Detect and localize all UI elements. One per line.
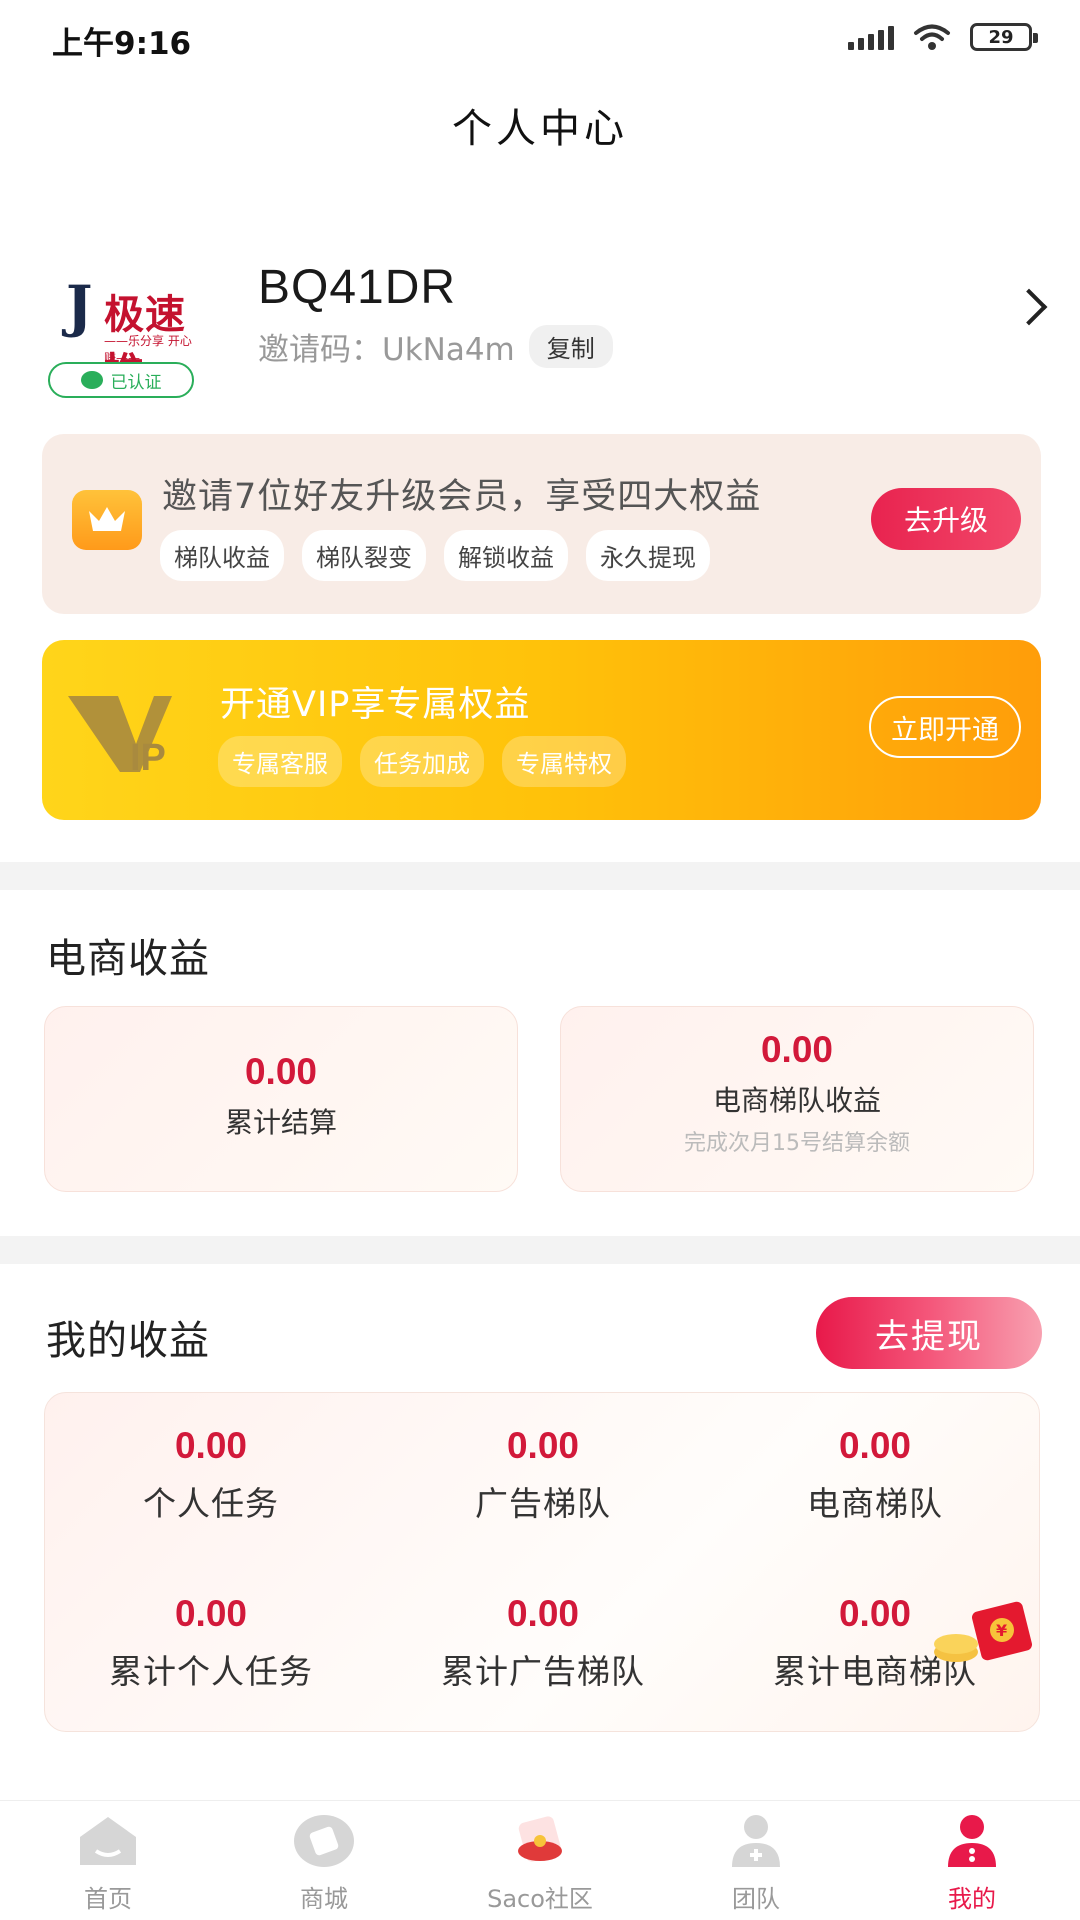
stat-value: 0.00 bbox=[244, 1051, 317, 1092]
vip-tag: 专属特权 bbox=[502, 736, 626, 787]
tab-label: 首页 bbox=[84, 1885, 132, 1913]
ecommerce-title: 电商收益 bbox=[46, 936, 210, 982]
tab-profile[interactable]: 我的 bbox=[864, 1811, 1080, 1914]
svg-text:¥: ¥ bbox=[996, 1621, 1007, 1640]
earn-label: 个人任务 bbox=[143, 1484, 279, 1523]
home-icon bbox=[80, 1817, 136, 1865]
signal-icon bbox=[848, 24, 894, 50]
username: BQ41DR bbox=[258, 261, 457, 314]
community-icon bbox=[518, 1816, 562, 1862]
earn-item[interactable]: 0.00 个人任务 bbox=[45, 1425, 377, 1525]
earnings-grid: 0.00 个人任务 0.00 广告梯队 0.00 电商梯队 0.00 累计个人任… bbox=[44, 1392, 1040, 1732]
earn-label: 累计广告梯队 bbox=[441, 1652, 645, 1691]
vip-title: 开通VIP享专属权益 bbox=[220, 685, 531, 725]
stat-note: 完成次月15号结算余额 bbox=[684, 1131, 910, 1156]
tab-label: Saco社区 bbox=[487, 1885, 593, 1913]
earn-item[interactable]: 0.00 累计个人任务 bbox=[45, 1593, 377, 1693]
verified-badge: 已认证 bbox=[48, 362, 194, 398]
profile-icon bbox=[948, 1815, 996, 1867]
wifi-icon bbox=[914, 24, 950, 50]
chevron-right-icon[interactable] bbox=[1010, 288, 1048, 326]
earn-label: 电商梯队 bbox=[807, 1484, 943, 1523]
stat-card-ecommerce-team[interactable]: 0.00 电商梯队收益 完成次月15号结算余额 bbox=[560, 1006, 1034, 1192]
upgrade-banner: 邀请7位好友升级会员，享受四大权益 梯队收益 梯队裂变 解锁收益 永久提现 去升… bbox=[42, 434, 1041, 614]
stat-label: 累计结算 bbox=[224, 1106, 337, 1139]
invite-row: 邀请码：UkNa4m 复制 bbox=[258, 324, 613, 369]
team-icon bbox=[732, 1815, 780, 1867]
upgrade-tags: 梯队收益 梯队裂变 解锁收益 永久提现 bbox=[160, 530, 710, 581]
upgrade-tag: 解锁收益 bbox=[444, 530, 568, 581]
status-time: 上午9:16 bbox=[52, 26, 192, 62]
tab-label: 商城 bbox=[300, 1885, 348, 1913]
copy-button[interactable]: 复制 bbox=[528, 325, 613, 368]
red-packet-icon: ¥ bbox=[934, 1601, 1033, 1662]
earn-value: 0.00 bbox=[838, 1425, 911, 1466]
earn-label: 累计个人任务 bbox=[109, 1652, 313, 1691]
tab-team[interactable]: 团队 bbox=[648, 1811, 864, 1914]
vip-open-button[interactable]: 立即开通 bbox=[869, 696, 1021, 758]
earn-item[interactable]: 0.00 电商梯队 bbox=[709, 1425, 1041, 1525]
earnings-title: 我的收益 bbox=[46, 1318, 210, 1364]
vip-tag: 专属客服 bbox=[218, 736, 342, 787]
status-bar: 上午9:16 29 bbox=[0, 0, 1080, 80]
withdraw-button[interactable]: 去提现 bbox=[816, 1297, 1042, 1369]
upgrade-tag: 梯队收益 bbox=[160, 530, 284, 581]
tab-label: 我的 bbox=[948, 1885, 996, 1913]
tab-community[interactable]: Saco社区 bbox=[432, 1811, 648, 1914]
crown-icon bbox=[72, 490, 142, 550]
invite-code: 邀请码：UkNa4m bbox=[258, 332, 515, 368]
upgrade-tag: 梯队裂变 bbox=[302, 530, 426, 581]
earn-value: 0.00 bbox=[506, 1425, 579, 1466]
earn-value: 0.00 bbox=[174, 1425, 247, 1466]
wechat-icon bbox=[80, 371, 103, 389]
profile-card[interactable]: J 极速推 ——乐分享 开心赚—— 已认证 BQ41DR 邀请码：UkNa4m … bbox=[44, 250, 1048, 400]
battery-icon: 29 bbox=[970, 23, 1038, 51]
stat-label: 电商梯队收益 bbox=[712, 1084, 881, 1117]
verified-label: 已认证 bbox=[110, 372, 162, 393]
section-divider bbox=[0, 1236, 1080, 1264]
app-logo: J 极速推 ——乐分享 开心赚—— bbox=[62, 270, 202, 396]
stat-value: 0.00 bbox=[760, 1029, 833, 1070]
upgrade-button[interactable]: 去升级 bbox=[871, 488, 1021, 550]
vip-logo-icon: IP bbox=[68, 696, 172, 776]
earn-value: 0.00 bbox=[174, 1593, 247, 1634]
earn-item[interactable]: 0.00 广告梯队 bbox=[377, 1425, 709, 1525]
earn-value: 0.00 bbox=[506, 1593, 579, 1634]
bottom-tab-bar: 首页 商城 Saco社区 团队 我的 bbox=[0, 1800, 1080, 1920]
status-icons: 29 bbox=[848, 22, 1038, 52]
page-title: 个人中心 bbox=[452, 106, 628, 152]
tab-shop[interactable]: 商城 bbox=[216, 1811, 432, 1914]
logo-j-mark: J bbox=[66, 274, 93, 340]
tab-home[interactable]: 首页 bbox=[0, 1811, 216, 1914]
earn-label: 广告梯队 bbox=[475, 1484, 611, 1523]
upgrade-tag: 永久提现 bbox=[586, 530, 710, 581]
vip-tags: 专属客服 任务加成 专属特权 bbox=[218, 736, 626, 787]
svg-text:IP: IP bbox=[130, 737, 166, 776]
logo-subtitle: ——乐分享 开心赚—— bbox=[104, 334, 192, 365]
stat-card-settled[interactable]: 0.00 累计结算 bbox=[44, 1006, 518, 1192]
shop-icon bbox=[294, 1815, 354, 1867]
tab-label: 团队 bbox=[732, 1885, 780, 1913]
upgrade-title: 邀请7位好友升级会员，享受四大权益 bbox=[162, 477, 762, 517]
earn-item[interactable]: 0.00 累计广告梯队 bbox=[377, 1593, 709, 1693]
vip-banner: IP 开通VIP享专属权益 专属客服 任务加成 专属特权 立即开通 bbox=[42, 640, 1041, 820]
section-divider bbox=[0, 862, 1080, 890]
vip-tag: 任务加成 bbox=[360, 736, 484, 787]
